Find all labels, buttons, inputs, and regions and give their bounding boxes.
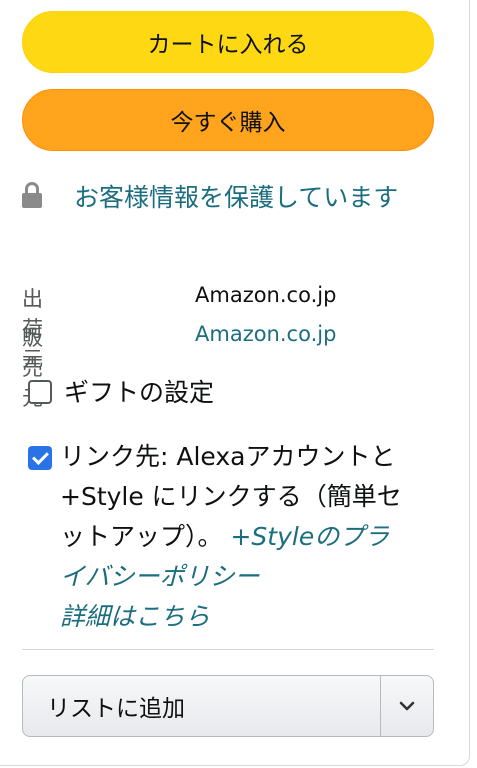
sold-by-link[interactable]: Amazon.co.jp <box>195 322 336 346</box>
secure-transaction-text[interactable]: お客様情報を保護しています <box>74 183 398 212</box>
list-dropdown-button[interactable] <box>381 676 433 736</box>
lock-icon <box>22 182 42 208</box>
gift-option-label[interactable]: ギフトの設定 <box>64 373 214 409</box>
gift-checkbox[interactable] <box>28 380 52 404</box>
divider <box>22 649 434 650</box>
alexa-link-description: リンク先: Alexaアカウントと +Style にリンクする（簡単セットアップ… <box>60 437 410 637</box>
secure-transaction-link[interactable]: お客様情報を保護しています <box>22 177 432 219</box>
add-to-cart-button[interactable]: カートに入れる <box>22 11 434 73</box>
details-link[interactable]: 詳細はこちら <box>60 602 210 631</box>
buy-now-button[interactable]: 今すぐ購入 <box>22 89 434 151</box>
add-to-list-button[interactable]: リストに追加 <box>23 676 380 736</box>
alexa-link-checkbox[interactable] <box>28 446 52 470</box>
add-to-list-control: リストに追加 <box>22 675 434 737</box>
ships-from-value: Amazon.co.jp <box>195 283 337 307</box>
chevron-down-icon <box>399 701 415 711</box>
